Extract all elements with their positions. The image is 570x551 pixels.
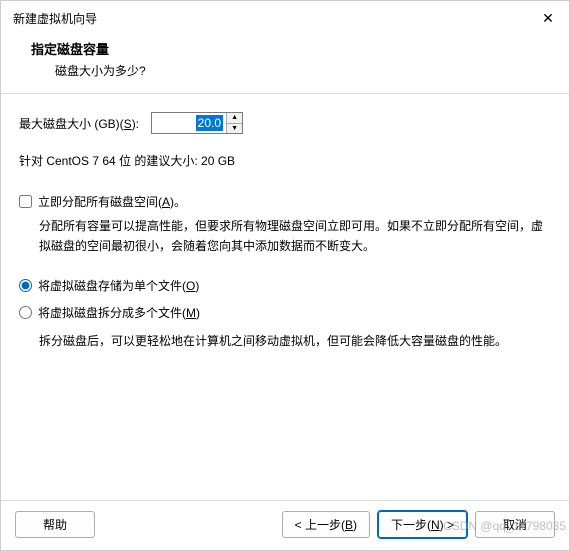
disk-size-value[interactable]: 20.0: [152, 113, 226, 133]
next-button[interactable]: 下一步(N) >: [378, 511, 467, 538]
close-icon[interactable]: ✕: [539, 9, 557, 27]
store-split-label: 将虚拟磁盘拆分成多个文件(M): [38, 304, 200, 321]
help-button[interactable]: 帮助: [15, 511, 95, 538]
page-subtitle: 磁盘大小为多少?: [55, 62, 539, 79]
page-title: 指定磁盘容量: [31, 39, 539, 58]
content-area: 最大磁盘大小 (GB)(S): 20.0 ▲ ▼ 针对 CentOS 7 64 …: [1, 94, 569, 500]
allocate-now-row[interactable]: 立即分配所有磁盘空间(A)。: [19, 193, 551, 210]
footer: 帮助 < 上一步(B) 下一步(N) > 取消: [1, 500, 569, 550]
disk-size-label: 最大磁盘大小 (GB)(S):: [19, 115, 139, 132]
recommendation-text: 针对 CentOS 7 64 位 的建议大小: 20 GB: [19, 152, 551, 169]
allocate-now-description: 分配所有容量可以提高性能，但要求所有物理磁盘空间立即可用。如果不立即分配所有空间…: [39, 216, 551, 257]
store-single-label: 将虚拟磁盘存储为单个文件(O): [38, 277, 199, 294]
spin-up-icon[interactable]: ▲: [227, 113, 242, 124]
allocate-now-label: 立即分配所有磁盘空间(A)。: [38, 193, 186, 210]
cancel-button[interactable]: 取消: [475, 511, 555, 538]
disk-size-input[interactable]: 20.0 ▲ ▼: [151, 112, 243, 134]
store-single-row[interactable]: 将虚拟磁盘存储为单个文件(O): [19, 277, 551, 294]
store-split-row[interactable]: 将虚拟磁盘拆分成多个文件(M): [19, 304, 551, 321]
titlebar: 新建虚拟机向导 ✕: [1, 1, 569, 33]
spin-down-icon[interactable]: ▼: [227, 124, 242, 134]
wizard-header: 指定磁盘容量 磁盘大小为多少?: [1, 33, 569, 93]
store-split-description: 拆分磁盘后，可以更轻松地在计算机之间移动虚拟机，但可能会降低大容量磁盘的性能。: [39, 331, 551, 351]
allocate-now-checkbox[interactable]: [19, 195, 32, 208]
disk-size-row: 最大磁盘大小 (GB)(S): 20.0 ▲ ▼: [19, 112, 551, 134]
store-split-radio[interactable]: [19, 306, 32, 319]
store-single-radio[interactable]: [19, 279, 32, 292]
back-button[interactable]: < 上一步(B): [282, 511, 370, 538]
window-title: 新建虚拟机向导: [13, 10, 97, 27]
spin-buttons: ▲ ▼: [226, 113, 242, 133]
